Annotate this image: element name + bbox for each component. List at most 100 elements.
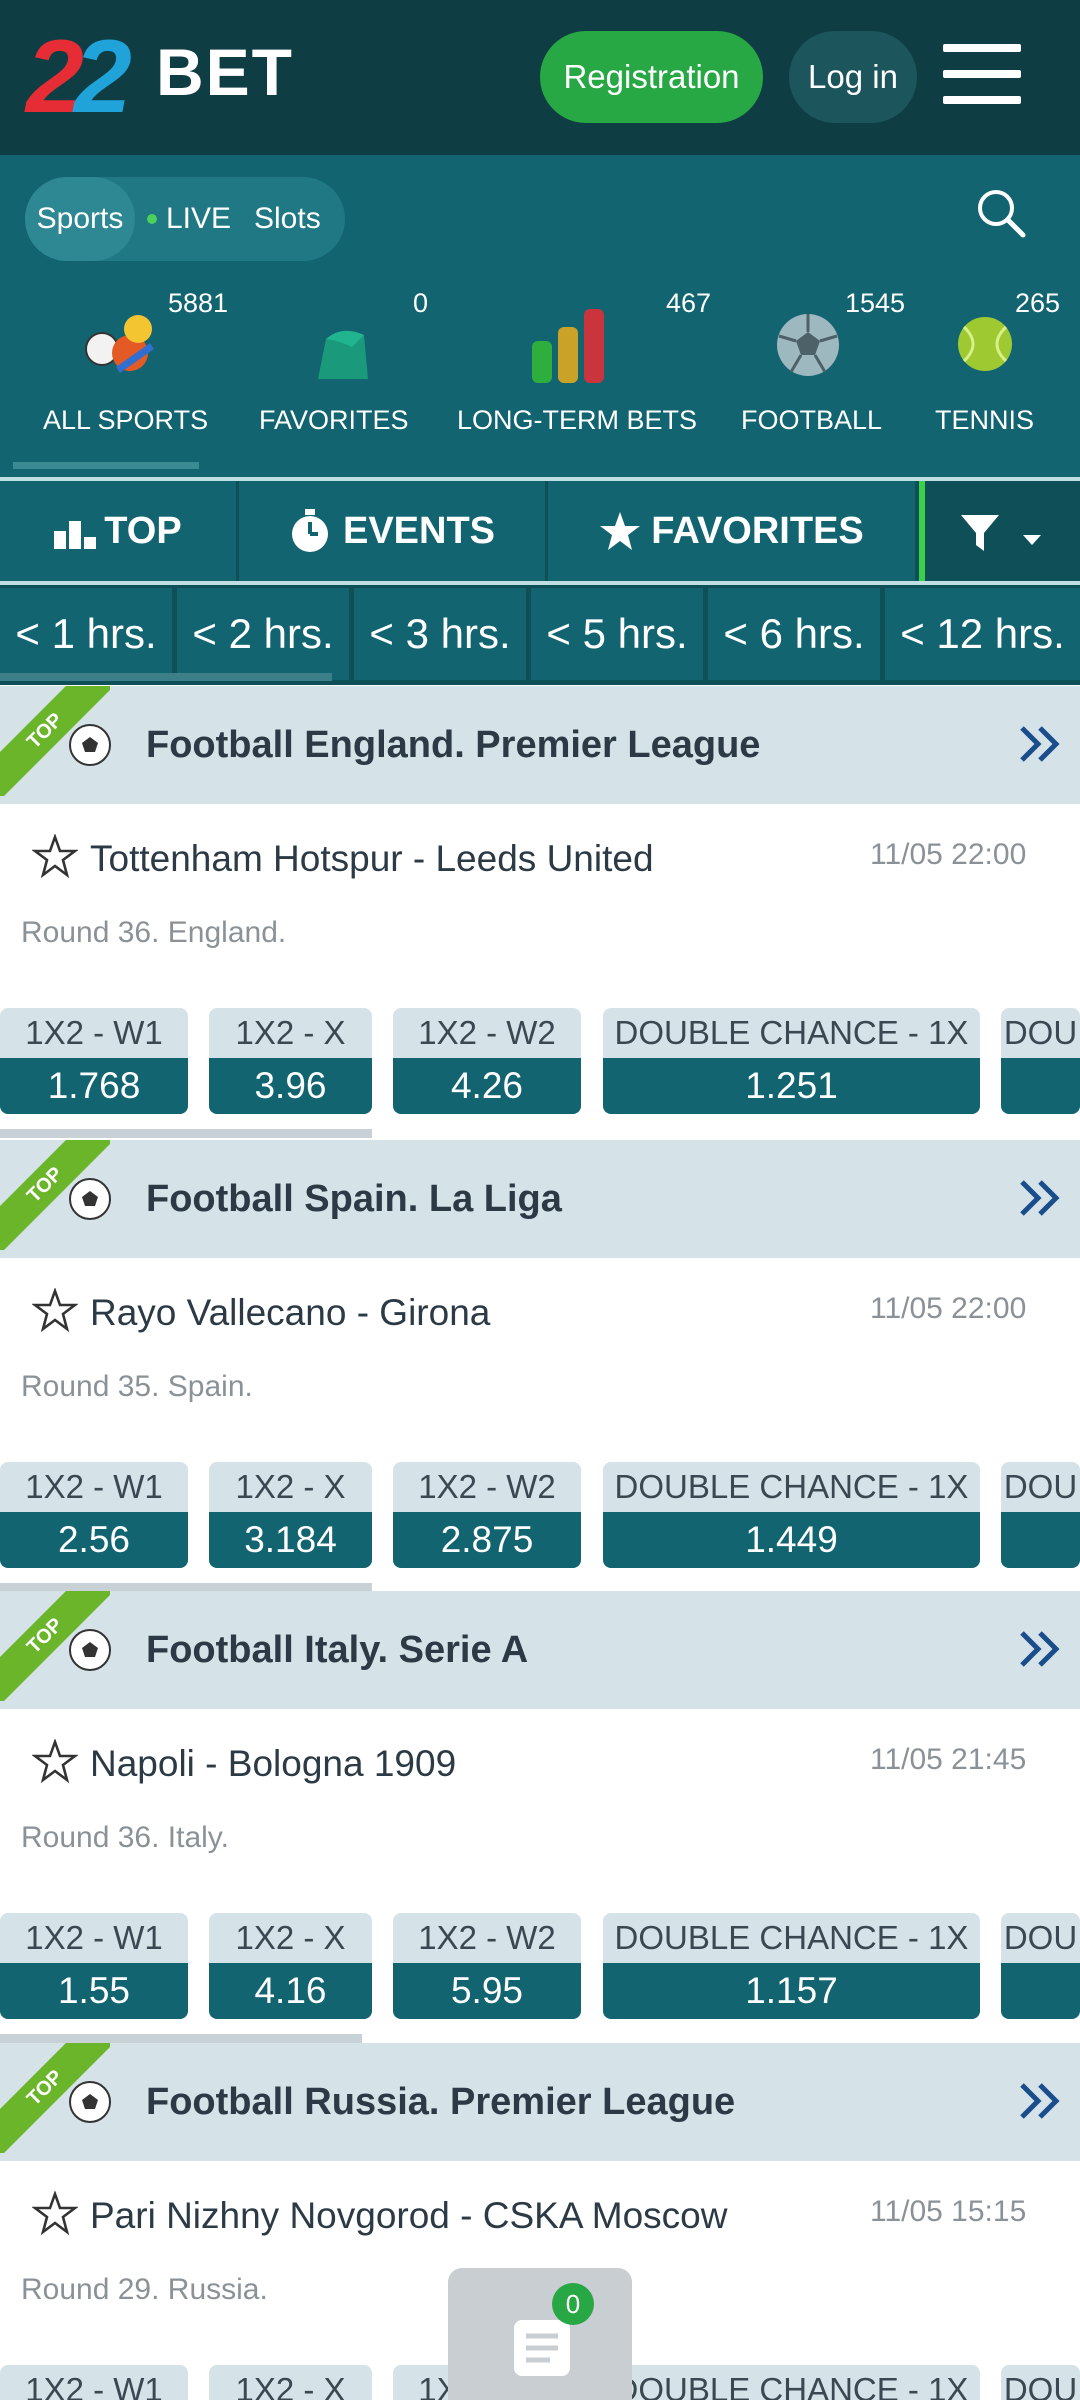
bet-slip-icon bbox=[514, 2320, 570, 2376]
hours-option[interactable]: < 1 hrs. bbox=[0, 588, 172, 680]
odds-button[interactable]: DOU bbox=[1001, 1462, 1080, 1570]
odds-button[interactable]: 1X2 - W2 5.95 bbox=[393, 1913, 581, 2021]
star-icon[interactable] bbox=[32, 2191, 78, 2237]
football-icon bbox=[777, 314, 839, 376]
league-header[interactable]: TOP Football Spain. La Liga bbox=[0, 1140, 1080, 1258]
long-term-bets-icon bbox=[532, 309, 604, 383]
odds-button[interactable]: 1X2 - W1 bbox=[0, 2365, 188, 2400]
odds-label: 1X2 - W1 bbox=[0, 2365, 188, 2400]
odds-value bbox=[1001, 1512, 1080, 1568]
odds-value: 1.55 bbox=[0, 1963, 188, 2019]
match-round: Round 36. England. bbox=[21, 916, 287, 949]
odds-button[interactable]: 1X2 - W2 4.26 bbox=[393, 1008, 581, 1116]
tab-label: FAVORITES bbox=[651, 509, 864, 552]
odds-button[interactable]: 1X2 - W1 2.56 bbox=[0, 1462, 188, 1570]
tab-events[interactable]: EVENTS bbox=[239, 481, 545, 581]
star-icon[interactable] bbox=[32, 834, 78, 880]
odds-value: 3.96 bbox=[209, 1058, 372, 1114]
odds-button[interactable]: DOU bbox=[1001, 1008, 1080, 1116]
hours-option[interactable]: < 3 hrs. bbox=[354, 588, 526, 680]
match-time: 11/05 22:00 bbox=[870, 1292, 1027, 1325]
hours-option[interactable]: < 2 hrs. bbox=[177, 588, 349, 680]
odds-label: DOUBLE CHANCE - 1X bbox=[603, 1462, 980, 1512]
odds-value: 1.157 bbox=[603, 1963, 980, 2019]
category-label: TENNIS bbox=[935, 405, 1035, 435]
double-chevron-right-icon[interactable] bbox=[1018, 722, 1062, 766]
odds-label: 1X2 - W1 bbox=[0, 1913, 188, 1963]
filter-button[interactable] bbox=[919, 481, 1080, 581]
hours-option[interactable]: < 6 hrs. bbox=[708, 588, 880, 680]
match-title[interactable]: Tottenham Hotspur - Leeds United bbox=[90, 838, 654, 880]
odds-label: 1X2 - W2 bbox=[393, 1008, 581, 1058]
odds-value bbox=[1001, 1058, 1080, 1114]
hours-option[interactable]: < 5 hrs. bbox=[531, 588, 703, 680]
odds-scrollbar[interactable] bbox=[0, 2034, 362, 2043]
category-label: ALL SPORTS bbox=[43, 405, 209, 435]
odds-button[interactable]: 1X2 - X bbox=[209, 2365, 372, 2400]
tab-label: EVENTS bbox=[342, 509, 496, 552]
odds-value: 1.251 bbox=[603, 1058, 980, 1114]
match-title[interactable]: Rayo Vallecano - Girona bbox=[90, 1292, 490, 1334]
odds-button[interactable]: 1X2 - W1 1.55 bbox=[0, 1913, 188, 2021]
odds-button[interactable]: 1X2 - X 3.184 bbox=[209, 1462, 372, 1570]
stopwatch-icon bbox=[291, 509, 328, 552]
hours-option[interactable]: < 12 hrs. bbox=[885, 588, 1080, 680]
filter-tabs: TOP EVENTS FAVORITES bbox=[0, 477, 1080, 585]
odds-button[interactable]: DOUBLE CHANCE - 1X 1.449 bbox=[603, 1462, 980, 1570]
logo[interactable]: 2 2 BET bbox=[26, 22, 306, 132]
match-time: 11/05 22:00 bbox=[870, 838, 1027, 871]
double-chevron-right-icon[interactable] bbox=[1018, 1176, 1062, 1220]
sports-tab[interactable]: Sports bbox=[25, 177, 135, 261]
football-icon bbox=[69, 1178, 111, 1220]
odds-button[interactable]: DOU bbox=[1001, 2365, 1080, 2400]
live-tab[interactable]: LIVE bbox=[147, 177, 231, 261]
odds-value bbox=[1001, 1963, 1080, 2019]
odds-button[interactable]: DOUBLE CHANCE - 1X bbox=[603, 2365, 980, 2400]
category-count: 1545 bbox=[845, 288, 906, 318]
league-name: Football Russia. Premier League bbox=[146, 2080, 736, 2123]
league-name: Football Italy. Serie A bbox=[146, 1628, 529, 1671]
odds-label: DOUBLE CHANCE - 1X bbox=[603, 1008, 980, 1058]
league-name: Football England. Premier League bbox=[146, 723, 761, 766]
double-chevron-right-icon[interactable] bbox=[1018, 1627, 1062, 1671]
menu-icon[interactable] bbox=[943, 44, 1021, 104]
league-header[interactable]: TOP Football Russia. Premier League bbox=[0, 2043, 1080, 2161]
odds-button[interactable]: 1X2 - X 4.16 bbox=[209, 1913, 372, 2021]
login-button[interactable]: Log in bbox=[789, 31, 917, 123]
mode-switcher: Sports LIVE Slots bbox=[25, 177, 345, 261]
odds-label: 1X2 - X bbox=[209, 1913, 372, 1963]
slots-tab[interactable]: Slots bbox=[254, 177, 321, 261]
search-icon[interactable] bbox=[975, 187, 1027, 239]
star-icon[interactable] bbox=[32, 1288, 78, 1334]
logo-digit: 2 bbox=[26, 19, 84, 135]
logo-digit: 2 bbox=[74, 19, 132, 135]
odds-button[interactable]: 1X2 - W1 1.768 bbox=[0, 1008, 188, 1116]
tab-favorites[interactable]: FAVORITES bbox=[548, 481, 915, 581]
all-sports-icon bbox=[85, 315, 154, 373]
odds-button[interactable]: 1X2 - X 3.96 bbox=[209, 1008, 372, 1116]
league-header[interactable]: TOP Football England. Premier League bbox=[0, 686, 1080, 804]
odds-label: 1X2 - W2 bbox=[393, 1913, 581, 1963]
odds-value: 3.184 bbox=[209, 1512, 372, 1568]
double-chevron-right-icon[interactable] bbox=[1018, 2079, 1062, 2123]
match-title[interactable]: Pari Nizhny Novgorod - CSKA Moscow bbox=[90, 2195, 727, 2237]
odds-button[interactable]: DOU bbox=[1001, 1913, 1080, 2021]
sports-band: Sports LIVE Slots 5881 ALL SPORTS 0 FAVO… bbox=[0, 155, 1080, 477]
odds-label: 1X2 - X bbox=[209, 1008, 372, 1058]
odds-value: 5.95 bbox=[393, 1963, 581, 2019]
star-icon bbox=[600, 512, 641, 550]
odds-button[interactable]: 1X2 - W2 2.875 bbox=[393, 1462, 581, 1570]
star-icon[interactable] bbox=[32, 1739, 78, 1785]
category-count: 0 bbox=[413, 288, 429, 318]
registration-button[interactable]: Registration bbox=[540, 31, 763, 123]
app-header: 2 2 BET Registration Log in bbox=[0, 0, 1080, 155]
league-header[interactable]: TOP Football Italy. Serie A bbox=[0, 1591, 1080, 1709]
match-round: Round 36. Italy. bbox=[21, 1821, 229, 1854]
tab-top[interactable]: TOP bbox=[0, 481, 236, 581]
odds-button[interactable]: DOUBLE CHANCE - 1X 1.251 bbox=[603, 1008, 980, 1116]
odds-scrollbar[interactable] bbox=[0, 1129, 372, 1138]
logo-wordmark: BET bbox=[156, 35, 294, 109]
bet-slip-button[interactable]: 0 bbox=[448, 2268, 632, 2400]
odds-button[interactable]: DOUBLE CHANCE - 1X 1.157 bbox=[603, 1913, 980, 2021]
match-title[interactable]: Napoli - Bologna 1909 bbox=[90, 1743, 456, 1785]
